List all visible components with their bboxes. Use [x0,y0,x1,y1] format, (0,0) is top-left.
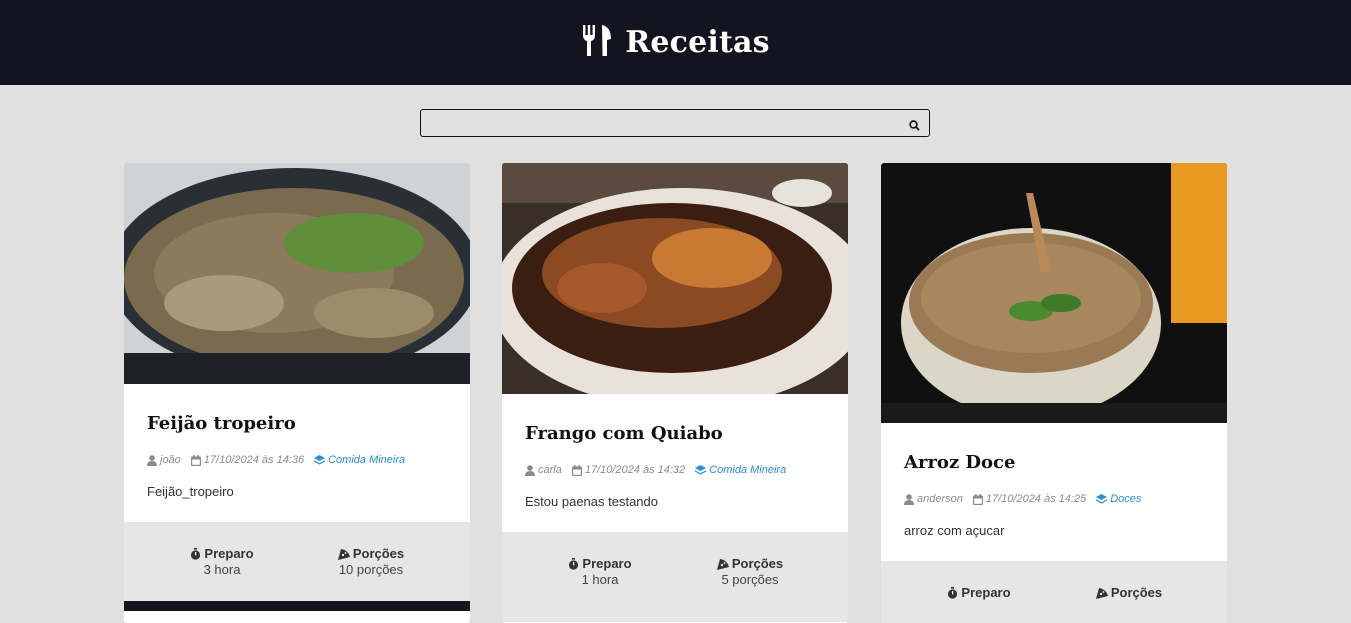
recipe-meta: carla 17/10/2024 às 14:32 Comida Mineira [525,464,796,476]
stopwatch-icon [569,557,579,570]
site-title: Receitas [625,25,770,60]
pizza-slice-icon [716,558,729,570]
portions-label: Porções [352,546,405,561]
user-icon [147,454,157,466]
recipe-category: Comida Mineira [328,454,406,466]
portions-value: 5 porções [721,572,779,587]
recipe-meta: joão 17/10/2024 às 14:36 Comida Mineira [147,454,415,466]
card-action-bar[interactable] [124,601,470,611]
recipe-date: 17/10/2024 às 14:32 [584,464,686,476]
prep-stat: Preparo 3 hora [162,546,282,577]
search-input[interactable] [425,112,899,136]
search-icon[interactable] [909,118,920,136]
recipe-category: Doces [1110,493,1142,505]
layers-icon [314,454,326,465]
recipe-title[interactable]: Frango com Quiabo [525,423,723,444]
recipe-meta: anderson 17/10/2024 às 14:25 Doces [904,493,1151,505]
portions-stat: Porções 5 porções [690,556,810,587]
recipe-description: arroz com açucar [904,523,1005,538]
pizza-slice-icon [337,548,350,560]
card-footer: Preparo 1 hora Porções 5 porções [502,532,848,622]
portions-stat: Porções [1069,585,1189,601]
prep-label: Preparo [582,556,632,571]
recipe-date: 17/10/2024 às 14:36 [203,454,305,466]
recipe-author: anderson [917,493,963,505]
layers-icon [695,464,707,475]
portions-label: Porções [731,556,784,571]
user-icon [904,493,914,505]
layers-icon [1096,493,1108,504]
recipe-card[interactable]: Feijão tropeiro joão 17/10/2024 às 14:36… [124,163,470,623]
recipe-description: Estou paenas testando [525,494,658,509]
site-header: Receitas [0,0,1351,85]
prep-stat: Preparo [919,585,1039,601]
brand[interactable]: Receitas [581,23,770,62]
card-body: Feijão tropeiro joão 17/10/2024 às 14:36… [124,384,470,522]
recipe-description: Feijão_tropeiro [147,484,234,499]
portions-stat: Porções 10 porções [311,546,431,577]
recipe-category-link[interactable]: Comida Mineira [314,454,405,466]
stopwatch-icon [948,586,958,599]
search-bar [420,109,930,137]
recipe-title[interactable]: Arroz Doce [904,452,1015,473]
prep-value: 3 hora [203,562,241,577]
prep-value: 1 hora [581,572,619,587]
recipe-image[interactable] [881,163,1227,423]
card-body: Arroz Doce anderson 17/10/2024 às 14:25 … [881,423,1227,561]
recipe-author: joão [160,454,181,466]
recipe-category-link[interactable]: Doces [1096,493,1141,505]
recipe-image[interactable] [502,163,848,394]
recipe-card[interactable]: Arroz Doce anderson 17/10/2024 às 14:25 … [881,163,1227,623]
recipe-category-link[interactable]: Comida Mineira [695,464,786,476]
recipe-date: 17/10/2024 às 14:25 [985,493,1087,505]
pizza-slice-icon [1095,587,1108,599]
portions-label: Porções [1110,585,1163,600]
prep-label: Preparo [204,546,254,561]
calendar-icon [571,464,582,476]
user-icon [525,464,535,476]
portions-value: 10 porções [338,562,404,577]
stopwatch-icon [191,547,201,560]
card-footer: Preparo 3 hora Porções 10 porções [124,522,470,601]
recipe-title[interactable]: Feijão tropeiro [147,413,296,434]
prep-label: Preparo [961,585,1011,600]
calendar-icon [972,493,983,505]
recipe-image[interactable] [124,163,470,384]
recipe-card[interactable]: Frango com Quiabo carla 17/10/2024 às 14… [502,163,848,623]
recipe-author: carla [538,464,562,476]
prep-stat: Preparo 1 hora [540,556,660,587]
utensils-icon [581,23,613,62]
calendar-icon [190,454,201,466]
card-body: Frango com Quiabo carla 17/10/2024 às 14… [502,394,848,532]
card-footer: Preparo Porções [881,561,1227,623]
recipe-category: Comida Mineira [709,464,787,476]
